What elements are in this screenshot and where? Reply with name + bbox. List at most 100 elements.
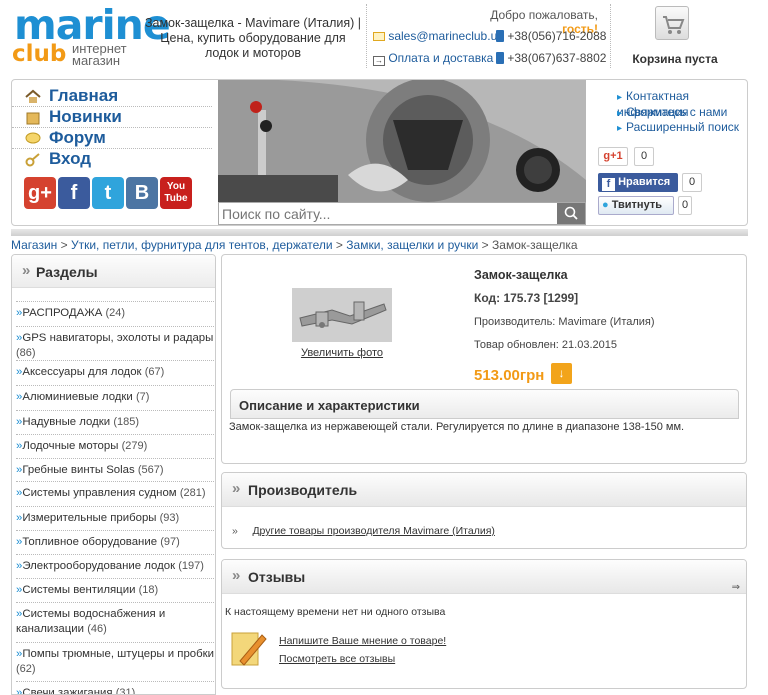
product-code: Код: 175.73 [1299] [474,291,579,305]
sidebar-category-item[interactable]: РАСПРОДАЖА (24) [16,301,214,321]
sidebar-category-link[interactable]: GPS навигаторы, эхолоты и радары [22,332,213,344]
nav-new-label[interactable]: Новинки [49,107,122,127]
home-icon [25,89,41,104]
logo-subtitle: интернет магазин [72,41,127,68]
sidebar-category-item[interactable]: Топливное оборудование (97) [16,530,214,550]
sidebar-category-item[interactable]: Гребные винты Solas (567) [16,458,214,478]
twitter-icon[interactable]: t [92,177,124,209]
gplus-button[interactable]: g+1 [598,147,628,166]
cart-add-icon: ↓ [558,366,565,380]
sidebar-category-link[interactable]: Аксессуары для лодок [22,366,141,378]
sidebar-category-item[interactable]: Алюминиевые лодки (7) [16,385,214,405]
nav-login-label[interactable]: Вход [49,149,91,169]
reviews-title: Отзывы [222,560,746,594]
phone-icon [496,30,504,42]
link-advanced-search[interactable]: Расширенный поиск [617,120,739,136]
breadcrumb-shop[interactable]: Магазин [11,238,57,252]
nav-forum-label[interactable]: Форум [49,128,106,148]
phone-row-2: +38(067)637-8802 [496,51,606,65]
tweet-label: Твитнуть [611,199,662,211]
sidebar-category-link[interactable]: Надувные лодки [22,416,110,428]
divider [366,4,367,68]
view-all-reviews-link[interactable]: Посмотреть все отзывы [279,653,395,665]
sidebar-category-link[interactable]: Системы управления судном [22,487,176,499]
arrow-right-icon[interactable]: ⇒ [732,582,740,593]
enlarge-photo-link[interactable]: Увеличить фото [292,347,392,359]
gplus-icon[interactable]: g+ [24,177,56,209]
breadcrumb-current: Замок-защелка [492,238,578,252]
tweet-count: 0 [678,196,692,215]
breadcrumb: Магазин > Утки, петли, фурнитура для тен… [11,238,578,252]
sidebar-category-item[interactable]: GPS навигаторы, эхолоты и радары (86) [16,326,214,361]
phone-icon [496,52,504,64]
product-manufacturer: Производитель: Mavimare (Италия) [474,316,655,328]
sidebar-category-item[interactable]: Аксессуары для лодок (67) [16,360,214,380]
sidebar-category-link[interactable]: Гребные винты Solas [22,464,134,476]
sidebar-category-count: (97) [160,536,180,548]
sidebar-category-count: (62) [16,663,36,675]
sidebar-category-link[interactable]: Алюминиевые лодки [22,391,132,403]
manufacturer-other-products-link[interactable]: Другие товары производителя Mavimare (Ит… [252,525,494,537]
search-input[interactable] [219,203,557,224]
manufacturer-link-row: » Другие товары производителя Mavimare (… [232,525,495,537]
sidebar-category-item[interactable]: Свечи зажигания (31) [16,681,214,695]
sidebar-category-item[interactable]: Надувные лодки (185) [16,410,214,430]
sidebar-category-link[interactable]: РАСПРОДАЖА [22,307,102,319]
sidebar-category-link[interactable]: Системы вентиляции [22,584,135,596]
nav-new[interactable]: Новинки [12,107,212,128]
breadcrumb-category[interactable]: Утки, петли, фурнитура для тентов, держа… [71,238,333,252]
sidebar-category-count: (31) [115,687,136,695]
manufacturer-box: Производитель » Другие товары производит… [221,472,747,549]
arrow-exit-icon: → [373,56,385,66]
breadcrumb-subcategory[interactable]: Замки, защелки и ручки [346,238,478,252]
email-link[interactable]: sales@marineclub.ua [388,29,504,43]
search-icon [564,206,578,220]
sidebar-category-item[interactable]: Электрооборудование лодок (197) [16,554,214,574]
youtube-icon[interactable]: You Tube [160,177,192,209]
description-text: Замок-защелка из нержавеющей стали. Регу… [229,421,685,433]
sidebar-category-item[interactable]: Лодочные моторы (279) [16,434,214,454]
sidebar-category-link[interactable]: Помпы трюмные, штуцеры и пробки [22,648,214,660]
sidebar-category-link[interactable]: Свечи зажигания [22,687,112,694]
fb-like-button[interactable]: f Нравится [598,173,678,192]
add-to-cart-button[interactable]: ↓ [551,363,572,384]
phone-row-1: +38(056)716-2088 [496,29,606,43]
reviews-box: Отзывы ⇒ К настоящему времени нет ни одн… [221,559,747,689]
cart-icon[interactable] [655,6,689,40]
tweet-button[interactable]: ● Твитнуть [598,196,674,215]
nav-forum[interactable]: Форум [12,128,212,149]
sidebar-category-count: (67) [144,366,165,378]
fb-like-count: 0 [682,173,702,192]
link-contact-us[interactable]: Свяжитесь с нами [617,105,727,121]
sidebar-category-count: (197) [178,560,204,572]
sidebar-category-link[interactable]: Топливное оборудование [22,536,157,548]
sidebar-category-item[interactable]: Системы вентиляции (18) [16,578,214,598]
nav-home-label[interactable]: Главная [49,86,118,106]
delivery-row[interactable]: → Оплата и доставка [373,51,493,66]
nav-login[interactable]: Вход [12,149,212,170]
box-icon [25,110,41,125]
email-row[interactable]: sales@marineclub.ua [373,29,504,43]
sidebar-category-link[interactable]: Лодочные моторы [22,440,118,452]
sidebar-category-item[interactable]: Системы водоснабжения и канализации (46) [16,602,214,637]
sidebar-category-item[interactable]: Измерительные приборы (93) [16,506,214,526]
logo-club[interactable]: club [12,42,66,66]
product-image[interactable] [292,288,392,342]
sidebar-category-item[interactable]: Помпы трюмные, штуцеры и пробки (62) [16,642,214,677]
sidebar-category-link[interactable]: Измерительные приборы [22,512,156,524]
sidebar-category-link[interactable]: Электрооборудование лодок [22,560,175,572]
divider [610,4,611,68]
write-review-icon[interactable] [228,627,270,669]
cart[interactable]: Корзина пуста [612,4,756,66]
welcome-prefix: Добро пожаловать, [490,8,598,22]
delivery-link[interactable]: Оплата и доставка [388,51,493,65]
facebook-icon: f [602,178,615,191]
vkontakte-icon[interactable]: B [126,177,158,209]
no-reviews-text: К настоящему времени нет ни одного отзыв… [225,606,446,618]
facebook-icon[interactable]: f [58,177,90,209]
envelope-icon [373,32,385,41]
nav-home[interactable]: Главная [12,86,212,107]
sidebar-category-item[interactable]: Системы управления судном (281) [16,481,214,501]
search-button[interactable] [557,203,585,224]
write-review-link[interactable]: Напишите Ваше мнение о товаре! [279,635,446,647]
